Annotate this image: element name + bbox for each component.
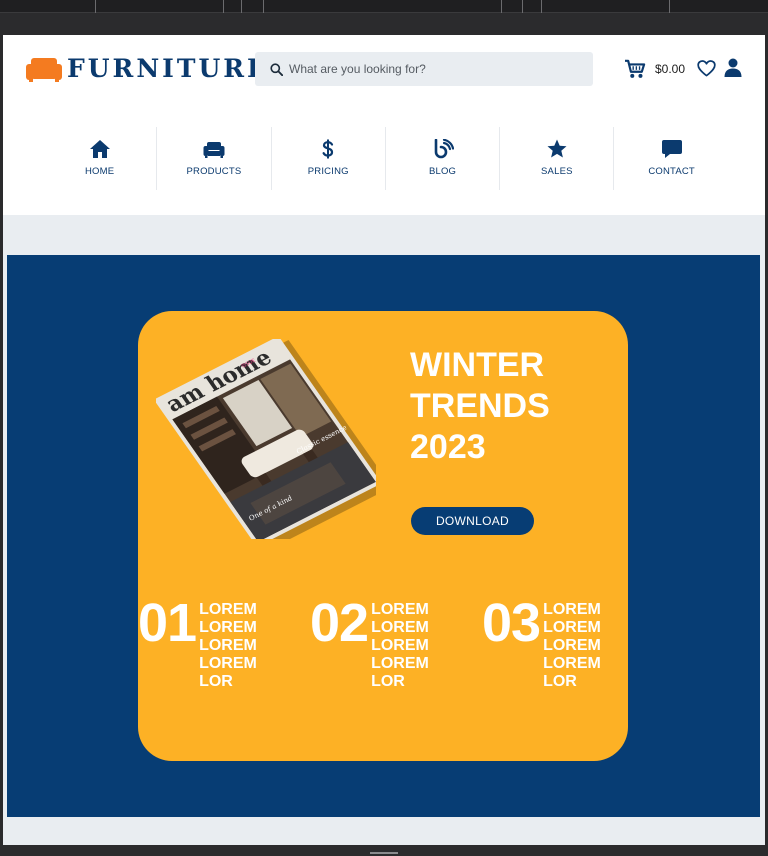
title-line: 2023 xyxy=(410,428,486,466)
download-button[interactable]: DOWNLOAD xyxy=(411,507,534,535)
stat-block: 03 LOREM LOREM LOREM LOREM LOR xyxy=(482,595,601,691)
stat-number: 01 xyxy=(138,593,197,653)
stat-line: LOREM xyxy=(543,655,601,672)
home-icon xyxy=(89,140,110,158)
ruler-tick xyxy=(522,0,523,13)
resize-handle[interactable] xyxy=(370,852,398,854)
ruler-tick xyxy=(241,0,242,13)
stat-number: 03 xyxy=(482,593,541,653)
magazine-cover-image: am home ISSUE Classic essence One of a k… xyxy=(156,339,376,539)
stat-line: LOREM xyxy=(199,601,257,618)
stat-line: LOR xyxy=(371,673,405,690)
search-input[interactable] xyxy=(289,62,579,76)
search-bar[interactable] xyxy=(255,52,593,86)
stat-line: LOREM xyxy=(371,619,429,636)
bottom-panel-bar xyxy=(0,845,768,856)
main-nav: HOME PRODUCTS PRICING BLOG SALES CONTACT xyxy=(43,127,729,190)
promo-card: am home ISSUE Classic essence One of a k… xyxy=(138,311,628,761)
ruler-tick xyxy=(263,0,264,13)
blog-icon xyxy=(434,139,454,159)
stat-line: LOREM xyxy=(543,637,601,654)
nav-label: PRICING xyxy=(307,166,349,177)
cart-button[interactable]: $0.00 xyxy=(624,59,685,79)
nav-label: BLOG xyxy=(428,166,457,177)
ruler-tick xyxy=(223,0,224,13)
nav-item-products[interactable]: PRODUCTS xyxy=(157,127,272,190)
stat-line: LOREM xyxy=(543,601,601,618)
hero-banner: am home ISSUE Classic essence One of a k… xyxy=(7,255,760,817)
site-header: FURNITURE $0.00 xyxy=(3,35,765,215)
stat-block: 01 LOREM LOREM LOREM LOREM LOR xyxy=(138,595,257,691)
stat-line: LOREM xyxy=(371,601,429,618)
stat-line: LOREM xyxy=(371,637,429,654)
devtools-ruler xyxy=(0,0,768,13)
site-logo[interactable]: FURNITURE xyxy=(25,55,269,83)
star-icon xyxy=(547,139,567,158)
cart-total: $0.00 xyxy=(655,62,686,76)
title-line: WINTER xyxy=(410,346,545,384)
page-viewport: FURNITURE $0.00 xyxy=(3,35,765,845)
cart-icon xyxy=(625,59,646,78)
stat-line: LOREM xyxy=(199,655,257,672)
sofa-icon xyxy=(203,142,225,158)
ruler-tick xyxy=(501,0,502,13)
nav-label: CONTACT xyxy=(648,166,695,177)
stat-line: LOREM xyxy=(543,619,601,636)
nav-item-pricing[interactable]: PRICING xyxy=(272,127,386,190)
stat-text: LOREM LOREM LOREM LOREM LOR xyxy=(543,601,601,691)
stat-line: LOR xyxy=(199,673,233,690)
user-account-icon[interactable] xyxy=(724,58,742,77)
stat-line: LOR xyxy=(543,673,577,690)
stat-line: LOREM xyxy=(199,637,257,654)
wishlist-heart-icon[interactable] xyxy=(697,59,716,78)
ruler-tick xyxy=(95,0,96,13)
nav-item-sales[interactable]: SALES xyxy=(500,127,615,190)
search-icon xyxy=(270,62,283,76)
nav-label: PRODUCTS xyxy=(186,166,242,177)
title-line: TRENDS xyxy=(410,387,550,425)
stat-line: LOREM xyxy=(199,619,257,636)
sofa-logo-icon xyxy=(26,58,62,82)
stat-block: 02 LOREM LOREM LOREM LOREM LOR xyxy=(310,595,429,691)
stat-text: LOREM LOREM LOREM LOREM LOR xyxy=(199,601,257,691)
stat-text: LOREM LOREM LOREM LOREM LOR xyxy=(371,601,429,691)
nav-item-blog[interactable]: BLOG xyxy=(386,127,501,190)
nav-label: HOME xyxy=(84,166,115,177)
stat-line: LOREM xyxy=(371,655,429,672)
nav-label: SALES xyxy=(541,166,573,177)
nav-item-contact[interactable]: CONTACT xyxy=(614,127,728,190)
logo-wordmark: FURNITURE xyxy=(67,54,270,83)
chat-icon xyxy=(661,140,682,158)
dollar-icon xyxy=(322,139,334,159)
stat-number: 02 xyxy=(310,593,369,653)
nav-item-home[interactable]: HOME xyxy=(43,127,158,190)
browser-toolbar xyxy=(0,0,768,35)
promo-title: WINTER TRENDS 2023 xyxy=(410,345,620,468)
ruler-tick xyxy=(669,0,670,13)
ruler-tick xyxy=(541,0,542,13)
